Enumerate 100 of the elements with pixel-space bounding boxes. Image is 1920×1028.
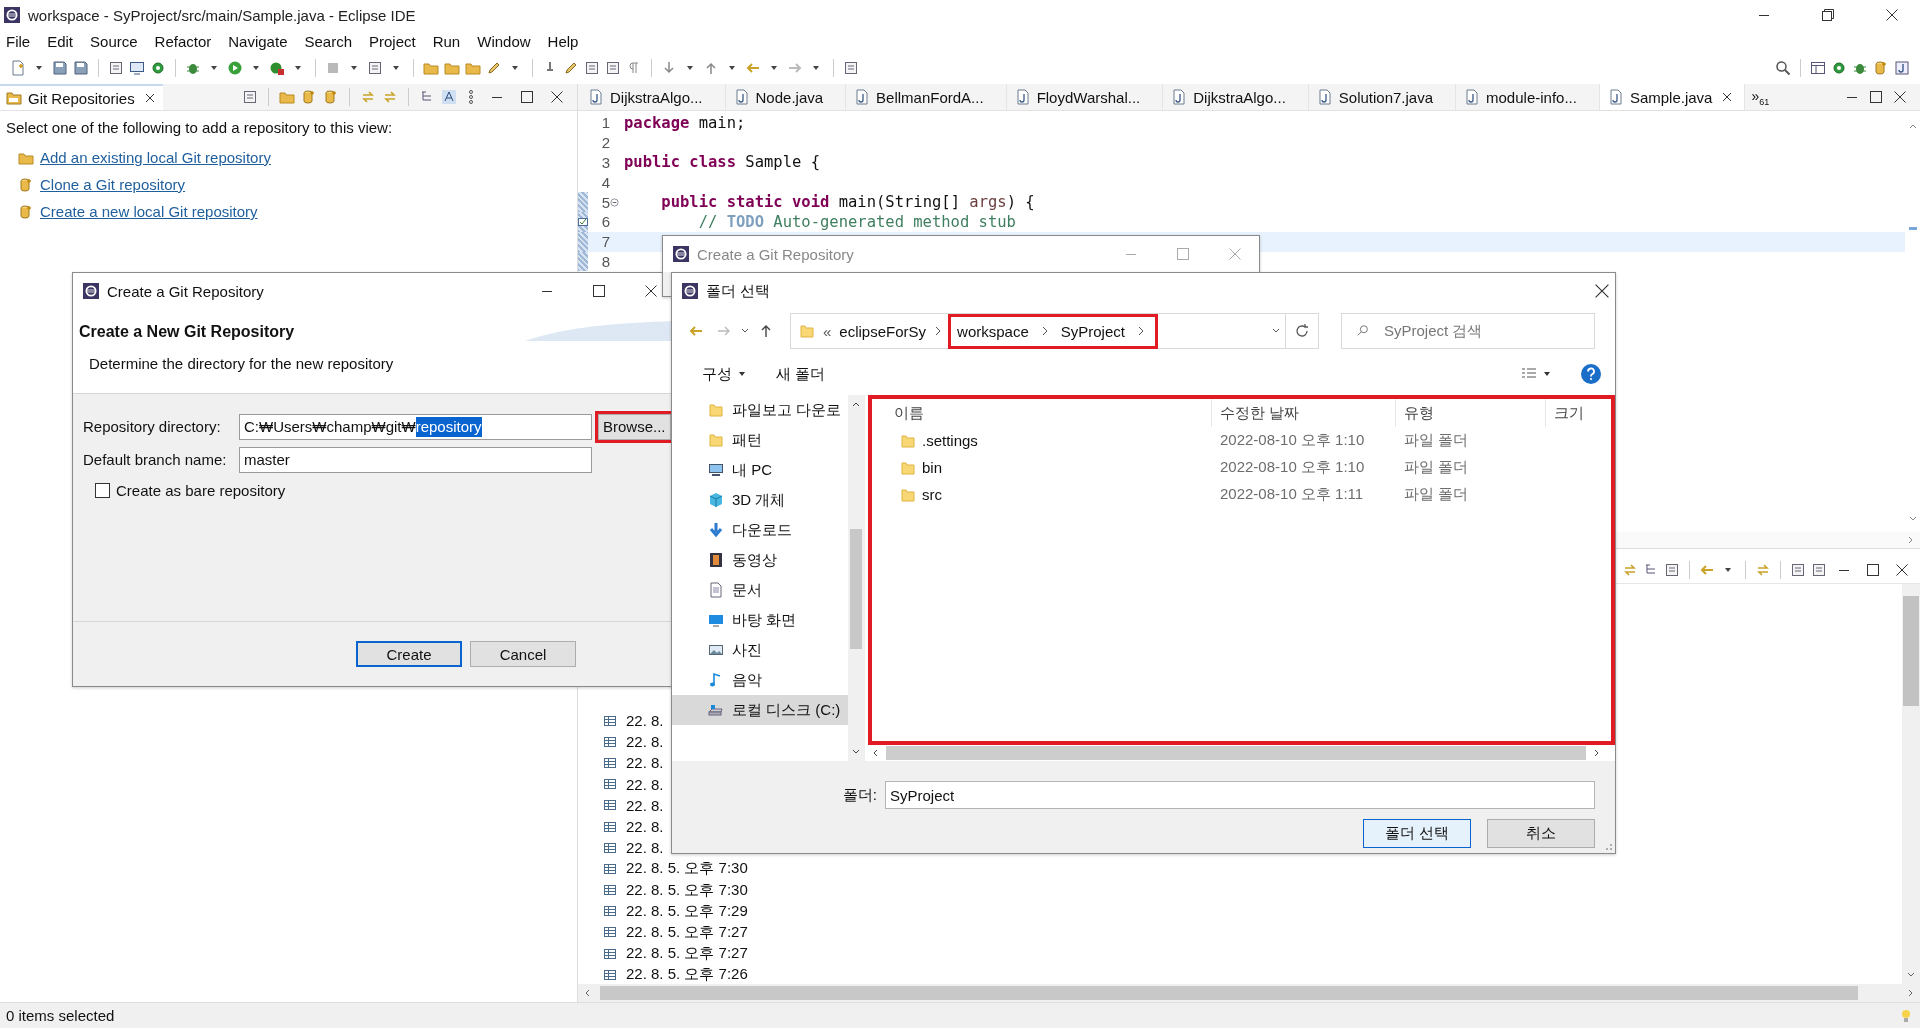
text-icon[interactable] [441, 89, 457, 105]
file-name[interactable]: .settings [922, 432, 978, 449]
save-all-icon[interactable] [73, 60, 89, 76]
folder-field[interactable]: SyProject [885, 781, 1595, 809]
chevron-right-icon[interactable] [934, 326, 943, 336]
menu-item[interactable]: Navigate [228, 32, 288, 50]
history-entry[interactable]: 22. 8. [626, 754, 664, 772]
history-entry[interactable]: 22. 8. 5. 오후 7:29 [626, 901, 748, 921]
close-icon[interactable] [1595, 284, 1609, 298]
organize-button[interactable]: 구성 [692, 360, 756, 388]
pencil-icon[interactable] [486, 60, 502, 76]
scrollbar-thumb[interactable] [600, 986, 1858, 1000]
save-icon[interactable] [52, 60, 68, 76]
navigation-item[interactable]: 3D 개체 [672, 485, 848, 515]
history-entry[interactable]: 22. 8. [626, 796, 664, 814]
dialog-button[interactable]: 폴더 선택 [1363, 819, 1471, 848]
history-entry[interactable]: 22. 8. [626, 775, 664, 793]
editor-tab[interactable]: FloydWarshal... [1006, 84, 1164, 110]
navigation-item[interactable]: 로컬 디스크 (C:) [672, 695, 848, 725]
history-entry[interactable]: 22. 8. [626, 733, 664, 751]
branch-field[interactable]: master [239, 446, 592, 473]
java-perspective-icon[interactable] [1894, 60, 1910, 76]
navigation-item[interactable]: 사진 [672, 635, 848, 665]
page-icon[interactable] [1664, 562, 1680, 578]
menu-item[interactable]: Refactor [154, 32, 212, 50]
editor-tab[interactable]: Sample.java [1599, 84, 1746, 110]
menu-item[interactable]: File [6, 32, 31, 50]
menu-item[interactable]: Run [432, 32, 461, 50]
close-icon[interactable] [551, 91, 563, 103]
new-file-icon[interactable] [10, 60, 26, 76]
chevron-right-icon[interactable] [1136, 326, 1145, 336]
repository-link[interactable]: Clone a Git repository [40, 176, 186, 193]
history-entry[interactable]: 22. 8. [626, 818, 664, 836]
restore-icon[interactable] [1822, 9, 1834, 21]
editor-tab[interactable]: BellmanFordA... [846, 84, 1007, 110]
editor-tab[interactable]: Node.java [725, 84, 847, 110]
maximize-icon[interactable] [1870, 91, 1882, 103]
repository-link[interactable]: Create a new local Git repository [40, 203, 258, 220]
close-icon[interactable] [1886, 9, 1898, 21]
history-entry[interactable]: 22. 8. 5. 오후 7:26 [626, 965, 748, 984]
menu-item[interactable]: Window [477, 32, 531, 50]
scrollbar-thumb[interactable] [886, 746, 1586, 760]
dialog-button[interactable]: 취소 [1487, 819, 1595, 848]
dialog-button[interactable]: Cancel [470, 641, 576, 667]
navigation-item[interactable]: 내 PC [672, 455, 848, 485]
scrollbar-thumb[interactable] [1903, 596, 1919, 706]
history-entry[interactable]: 22. 8. 5. 오후 7:27 [626, 922, 748, 942]
new-folder-button[interactable]: 새 폴더 [766, 360, 836, 388]
pen-icon[interactable] [563, 60, 579, 76]
tab-overflow[interactable]: »$_{61}$ [1745, 87, 1770, 107]
dialog-button[interactable]: Create [356, 641, 462, 667]
maximize-icon[interactable] [1867, 564, 1879, 576]
resize-grip-icon[interactable] [1603, 841, 1613, 851]
browse-button[interactable]: Browse... [598, 413, 671, 440]
chevron-right-icon[interactable] [1040, 326, 1049, 336]
column-header[interactable]: 이름 [872, 399, 1212, 427]
navigation-item[interactable]: 다운로드 [672, 515, 848, 545]
menu-item[interactable]: Project [369, 32, 416, 50]
close-icon[interactable] [645, 285, 657, 297]
editor-tab[interactable]: Solution7.java [1308, 84, 1457, 110]
navigation-item[interactable]: 문서 [672, 575, 848, 605]
maximize-icon[interactable] [521, 91, 533, 103]
history-entry[interactable]: 22. 8. 5. 오후 7:27 [626, 944, 748, 964]
history-entry[interactable]: 22. 8. 5. 오후 7:30 [626, 859, 748, 879]
menu-item[interactable]: Search [304, 32, 352, 50]
column-header[interactable]: 수정한 날짜 [1212, 399, 1396, 427]
address-bar[interactable]: « eclipseForSy workspace SyProject [790, 313, 1286, 349]
cylinder-plus-icon[interactable] [323, 89, 339, 105]
down-arrow-icon[interactable] [661, 60, 677, 76]
close-icon[interactable] [144, 93, 155, 103]
checkbox[interactable] [95, 482, 110, 498]
run-icon[interactable] [227, 60, 243, 76]
history-entry[interactable]: 22. 8. 5. 오후 7:30 [626, 880, 748, 900]
search-icon[interactable] [1775, 60, 1791, 76]
column-header[interactable]: 유형 [1396, 399, 1546, 427]
maximize-icon[interactable] [593, 285, 605, 297]
search-field[interactable]: SyProject 검색 [1341, 313, 1595, 349]
caret-icon[interactable] [1543, 370, 1551, 378]
column-header[interactable]: 크기 [1546, 399, 1606, 427]
path-segment[interactable]: workspace [957, 322, 1029, 340]
path-overflow[interactable]: « [823, 322, 832, 340]
scrollbar-thumb[interactable] [850, 529, 862, 649]
file-name[interactable]: src [922, 486, 942, 503]
view-tab[interactable]: Git Repositories [0, 84, 163, 110]
navigation-item[interactable]: 동영상 [672, 545, 848, 575]
navigation-item[interactable]: 패턴 [672, 425, 848, 455]
refresh-button[interactable] [1285, 313, 1319, 349]
window-icon[interactable] [1810, 60, 1826, 76]
file-name[interactable]: bin [922, 459, 943, 476]
editor-tab[interactable]: DijkstraAlgo... [1163, 84, 1309, 110]
close-icon[interactable] [1722, 92, 1733, 102]
page-icon[interactable] [584, 60, 600, 76]
history-entry[interactable]: 22. 8. [626, 712, 664, 730]
console-icon[interactable] [129, 60, 145, 76]
close-icon[interactable] [1896, 564, 1908, 576]
editor-tab[interactable]: DijkstraAlgo... [580, 84, 726, 110]
menu-item[interactable]: Edit [47, 32, 74, 50]
path-segment[interactable]: SyProject [1060, 322, 1125, 340]
navigation-item[interactable]: 파일보고 다운로 [672, 395, 848, 425]
gear-icon[interactable] [150, 60, 166, 76]
